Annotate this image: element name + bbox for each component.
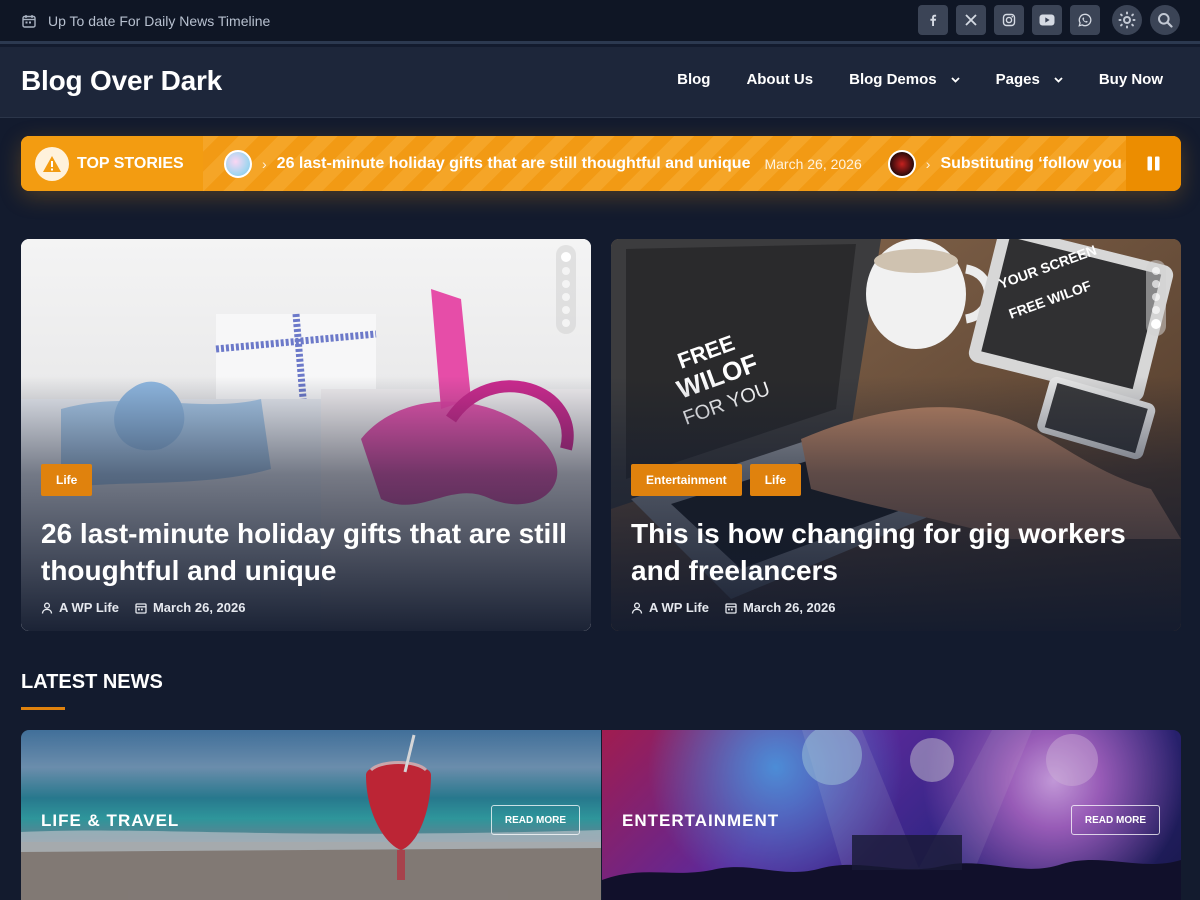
whatsapp-icon[interactable] — [1070, 5, 1100, 35]
ticker-label: TOP STORIES — [21, 136, 203, 191]
site-header: Blog Over Dark Blog About Us Blog Demos … — [0, 47, 1200, 118]
ticker-thumbnail — [887, 149, 916, 178]
ticker-label-text: TOP STORIES — [77, 154, 184, 172]
chevron-down-icon — [1054, 76, 1063, 83]
post-author-name: A WP Life — [59, 600, 119, 615]
nav-item-label: About Us — [746, 71, 814, 88]
ticker-item-date: March 26, 2026 — [764, 155, 862, 172]
user-icon — [41, 602, 53, 614]
category-name[interactable]: LIFE & TRAVEL — [41, 811, 179, 831]
warning-icon — [35, 146, 69, 181]
main-nav: Blog About Us Blog Demos Pages Buy Now — [677, 71, 1163, 88]
tagline: Up To date For Daily News Timeline — [22, 12, 270, 30]
calendar-icon — [725, 602, 737, 614]
slider-dots — [556, 245, 576, 334]
nav-item-label: Pages — [995, 71, 1040, 88]
calendar-icon — [135, 602, 147, 614]
slider-dot[interactable] — [561, 252, 571, 262]
slider-dot[interactable] — [1152, 267, 1160, 275]
featured-card[interactable]: FREE WILOF FOR YOU FREE WILOF YOUR SCREE… — [611, 239, 1181, 631]
post-meta: A WP Life March 26, 2026 — [631, 600, 835, 615]
pause-button[interactable] — [1126, 136, 1181, 191]
nav-item-buy-now[interactable]: Buy Now — [1099, 71, 1163, 88]
pause-icon — [1147, 156, 1160, 171]
top-bar: Up To date For Daily News Timeline — [0, 0, 1200, 44]
post-date-text: March 26, 2026 — [742, 600, 836, 615]
x-icon[interactable] — [956, 5, 986, 35]
post-date: March 26, 2026 — [725, 600, 836, 615]
category-card[interactable]: ENTERTAINMENT READ MORE — [602, 730, 1181, 900]
ticker-item-title[interactable]: 26 last-minute holiday gifts that are st… — [277, 155, 751, 173]
user-icon — [631, 602, 643, 614]
featured-card[interactable]: Life 26 last-minute holiday gifts that a… — [21, 239, 591, 631]
nav-item-blog[interactable]: Blog — [677, 71, 710, 88]
category-tag[interactable]: Life — [749, 464, 802, 496]
slider-dots — [1146, 260, 1166, 336]
ticker-item-title[interactable]: Substituting ‘follow you — [940, 155, 1121, 173]
nav-item-label: Blog Demos — [849, 71, 937, 88]
ticker-item[interactable]: › 26 last-minute holiday gifts that are … — [224, 149, 862, 178]
slider-dot[interactable] — [1151, 319, 1161, 329]
search-icon[interactable] — [1150, 5, 1180, 35]
ticker-items: › 26 last-minute holiday gifts that are … — [224, 136, 1129, 191]
calendar-icon — [22, 14, 36, 28]
post-author-name: A WP Life — [649, 600, 709, 615]
slider-dot[interactable] — [562, 319, 570, 327]
slider-dot[interactable] — [562, 306, 570, 314]
slider-dot[interactable] — [562, 267, 570, 275]
slider-dot[interactable] — [1152, 280, 1160, 288]
nav-item-label: Buy Now — [1098, 71, 1163, 88]
nav-item-blog-demos[interactable]: Blog Demos — [849, 71, 960, 88]
chevron-down-icon — [950, 76, 960, 83]
post-meta: A WP Life March 26, 2026 — [41, 600, 245, 615]
chevron-right-icon: › — [262, 155, 267, 172]
nav-item-label: Blog — [677, 71, 711, 88]
post-date-text: March 26, 2026 — [152, 600, 246, 615]
category-card[interactable]: LIFE & TRAVEL READ MORE — [21, 730, 601, 900]
category-tag[interactable]: Life — [41, 464, 93, 496]
category-tags: Entertainment Life — [631, 464, 802, 496]
ticker-item[interactable]: › Substituting ‘follow you — [887, 149, 1122, 178]
section-underline — [21, 707, 65, 710]
chevron-right-icon: › — [925, 155, 931, 172]
read-more-button[interactable]: READ MORE — [490, 805, 580, 835]
facebook-icon[interactable] — [918, 5, 948, 35]
slider-dot[interactable] — [562, 293, 570, 301]
category-tag[interactable]: Entertainment — [631, 464, 742, 496]
featured-title[interactable]: 26 last-minute holiday gifts that are st… — [41, 515, 571, 589]
post-date: March 26, 2026 — [135, 600, 246, 615]
top-stories-ticker: TOP STORIES › 26 last-minute holiday gif… — [21, 136, 1181, 191]
tagline-text: Up To date For Daily News Timeline — [48, 13, 271, 29]
ticker-thumbnail — [224, 149, 252, 178]
social-links — [918, 5, 1200, 35]
theme-toggle-icon[interactable] — [1112, 5, 1142, 35]
slider-dot[interactable] — [1152, 306, 1160, 314]
nav-item-about-us[interactable]: About Us — [746, 71, 813, 88]
slider-dot[interactable] — [1152, 293, 1160, 301]
section-heading: LATEST NEWS — [21, 671, 163, 693]
read-more-button[interactable]: READ MORE — [1070, 805, 1160, 835]
nav-item-pages[interactable]: Pages — [996, 71, 1063, 88]
featured-title[interactable]: This is how changing for gig workers and… — [631, 515, 1161, 589]
post-author[interactable]: A WP Life — [631, 600, 709, 615]
post-author[interactable]: A WP Life — [41, 600, 119, 615]
slider-dot[interactable] — [562, 280, 570, 288]
instagram-icon[interactable] — [994, 5, 1024, 35]
category-name[interactable]: ENTERTAINMENT — [622, 811, 779, 831]
youtube-icon[interactable] — [1032, 5, 1062, 35]
category-tags: Life — [41, 464, 93, 496]
site-logo[interactable]: Blog Over Dark — [21, 65, 222, 97]
